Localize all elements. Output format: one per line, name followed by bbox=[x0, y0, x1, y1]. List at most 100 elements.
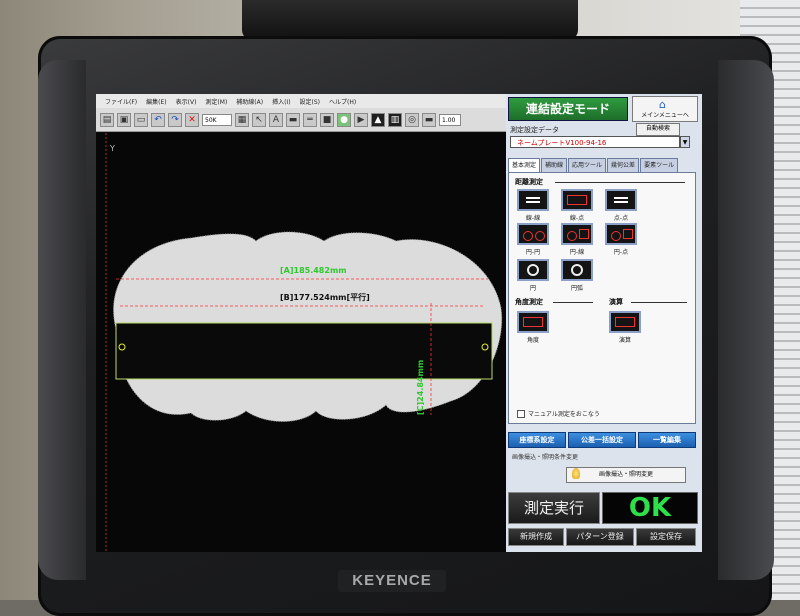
bulb-icon bbox=[572, 468, 580, 479]
circle-icon bbox=[567, 231, 577, 241]
data-label: 測定設定データ bbox=[510, 126, 559, 134]
menu-view[interactable]: 表示(V) bbox=[176, 97, 197, 106]
tab-element[interactable]: 要素ツール bbox=[640, 158, 679, 172]
workpiece-plate bbox=[115, 322, 493, 380]
tab-aux[interactable]: 補助線 bbox=[541, 158, 568, 172]
save-icon[interactable]: ▣ bbox=[117, 112, 131, 127]
tab-body: 距離測定 線-線 線-点 点-点 円-円 円-線 円-点 円 円弧 角度測定 演… bbox=[508, 172, 696, 424]
point-point-icon bbox=[614, 197, 628, 203]
section-calc: 演算 bbox=[609, 298, 623, 306]
multi-icon[interactable]: ▥ bbox=[388, 112, 402, 127]
tree-icon[interactable]: ▲ bbox=[371, 112, 385, 127]
measure-b-label: [B]177.524mm[平行] bbox=[280, 292, 370, 302]
list-edit-button[interactable]: 一覧編集 bbox=[638, 432, 696, 448]
section-angle: 角度測定 bbox=[515, 298, 543, 306]
angle-icon bbox=[523, 317, 543, 327]
lighting-button[interactable]: 画像撮込・照明変更 bbox=[566, 467, 686, 483]
save-setting-button[interactable]: 設定保存 bbox=[636, 528, 696, 546]
new-button[interactable]: 新規作成 bbox=[508, 528, 564, 546]
line-point-label: 線-点 bbox=[569, 215, 585, 222]
edge-icon[interactable]: ═ bbox=[303, 112, 317, 127]
point-point-button[interactable] bbox=[605, 189, 637, 211]
pointer-icon[interactable]: ↖ bbox=[252, 112, 266, 127]
text-icon[interactable]: A bbox=[269, 112, 283, 127]
line-line-button[interactable] bbox=[517, 189, 549, 211]
toolbar: ▤ ▣ ▭ ↶ ↷ ✕ 50K ▦ ↖ A ▬ ═ ■ ● ▶ ▲ ▥ ◎ ▬ … bbox=[96, 108, 506, 132]
angle-button[interactable] bbox=[517, 311, 549, 333]
lighting-label: 画像撮込・照明条件変更 bbox=[512, 454, 579, 461]
canvas-drawing: Y [A]185.482mm [B]177.524mm[平行] [C]24.84… bbox=[105, 133, 503, 552]
arc-label: 円弧 bbox=[570, 285, 583, 292]
circle-button[interactable] bbox=[517, 259, 549, 281]
delete-icon[interactable]: ✕ bbox=[185, 112, 199, 127]
section-divider bbox=[631, 302, 687, 303]
print-icon[interactable]: ▭ bbox=[134, 112, 148, 127]
point-point-label: 点-点 bbox=[613, 215, 629, 222]
circle-point-button[interactable] bbox=[605, 223, 637, 245]
chevron-down-icon[interactable]: ▼ bbox=[680, 136, 690, 148]
fill-icon[interactable]: ■ bbox=[320, 112, 334, 127]
menu-measure[interactable]: 測定(M) bbox=[205, 97, 227, 106]
ruler-icon[interactable]: ▬ bbox=[286, 112, 300, 127]
circle-point-label: 円-点 bbox=[613, 249, 629, 256]
zoom-select[interactable]: 50K bbox=[202, 113, 232, 126]
manual-measure-checkbox[interactable]: マニュアル測定をおこなう bbox=[517, 409, 600, 418]
calc-button[interactable] bbox=[609, 311, 641, 333]
coord-setting-button[interactable]: 座標系設定 bbox=[508, 432, 566, 448]
angle-label: 角度 bbox=[526, 337, 539, 344]
monitor-side-right bbox=[718, 60, 774, 580]
calc-label: 演算 bbox=[618, 337, 631, 344]
circle-label: 円 bbox=[529, 285, 536, 292]
menu-file[interactable]: ファイル(F) bbox=[105, 97, 137, 106]
mode-title: 連結設定モード bbox=[508, 97, 628, 121]
record-icon[interactable]: ● bbox=[337, 112, 351, 127]
line-line-icon bbox=[526, 197, 540, 203]
section-divider bbox=[555, 182, 685, 183]
menu-settings[interactable]: 設定(S) bbox=[300, 97, 321, 106]
circle-circle-button[interactable] bbox=[517, 223, 549, 245]
result-indicator: OK bbox=[602, 492, 698, 524]
section-divider bbox=[553, 302, 593, 303]
axis-label: Y bbox=[109, 144, 115, 153]
run-measure-button[interactable]: 測定実行 bbox=[508, 492, 600, 524]
menu-help[interactable]: ヘルプ(H) bbox=[329, 97, 356, 106]
tab-apply[interactable]: 応用ツール bbox=[568, 158, 607, 172]
circle-icon bbox=[527, 264, 539, 276]
auto-search-button[interactable]: 自動検索 bbox=[636, 123, 680, 136]
checkbox-box[interactable] bbox=[517, 409, 525, 418]
menu-aux[interactable]: 補助線(A) bbox=[236, 97, 263, 106]
measure-a-label: [A]185.482mm bbox=[280, 266, 347, 275]
point-icon bbox=[623, 229, 633, 239]
open-folder-icon[interactable]: ▤ bbox=[100, 112, 114, 127]
line-width-icon[interactable]: ▬ bbox=[422, 112, 436, 127]
data-select[interactable]: ネームプレートV100-94-16 bbox=[510, 136, 680, 148]
manual-measure-label: マニュアル測定をおこなう bbox=[528, 411, 600, 418]
scale-select[interactable]: 1.00 bbox=[439, 113, 461, 126]
tolerance-setting-button[interactable]: 公差一括設定 bbox=[568, 432, 636, 448]
arc-button[interactable] bbox=[561, 259, 593, 281]
measurement-canvas[interactable]: Y [A]185.482mm [B]177.524mm[平行] [C]24.84… bbox=[96, 133, 506, 552]
line-point-icon bbox=[567, 195, 587, 205]
tab-geom[interactable]: 幾何公差 bbox=[607, 158, 640, 172]
circle-line-button[interactable] bbox=[561, 223, 593, 245]
pattern-register-button[interactable]: パターン登録 bbox=[566, 528, 634, 546]
monitor-side-left bbox=[38, 60, 86, 580]
target-icon[interactable]: ◎ bbox=[405, 112, 419, 127]
play-icon[interactable]: ▶ bbox=[354, 112, 368, 127]
camera-stand bbox=[242, 0, 578, 40]
line-line-label: 線-線 bbox=[525, 215, 541, 222]
menu-edit[interactable]: 編集(E) bbox=[146, 97, 166, 106]
main-menu-button[interactable]: ⌂ メインメニューへ bbox=[632, 96, 698, 122]
section-distance: 距離測定 bbox=[515, 178, 543, 186]
menu-bar: ファイル(F) 編集(E) 表示(V) 測定(M) 補助線(A) 挿入(I) 設… bbox=[96, 94, 506, 108]
right-panel: 連結設定モード ⌂ メインメニューへ 測定設定データ 自動検索 ネームプレートV… bbox=[506, 94, 702, 552]
grid-icon[interactable]: ▦ bbox=[235, 112, 249, 127]
line-point-button[interactable] bbox=[561, 189, 593, 211]
menu-insert[interactable]: 挿入(I) bbox=[272, 97, 290, 106]
tab-basic[interactable]: 基本測定 bbox=[508, 158, 541, 172]
redo-icon[interactable]: ↷ bbox=[168, 112, 182, 127]
circle-line-label: 円-線 bbox=[569, 249, 585, 256]
circle-icon bbox=[535, 231, 545, 241]
undo-icon[interactable]: ↶ bbox=[151, 112, 165, 127]
arc-icon bbox=[571, 264, 583, 276]
